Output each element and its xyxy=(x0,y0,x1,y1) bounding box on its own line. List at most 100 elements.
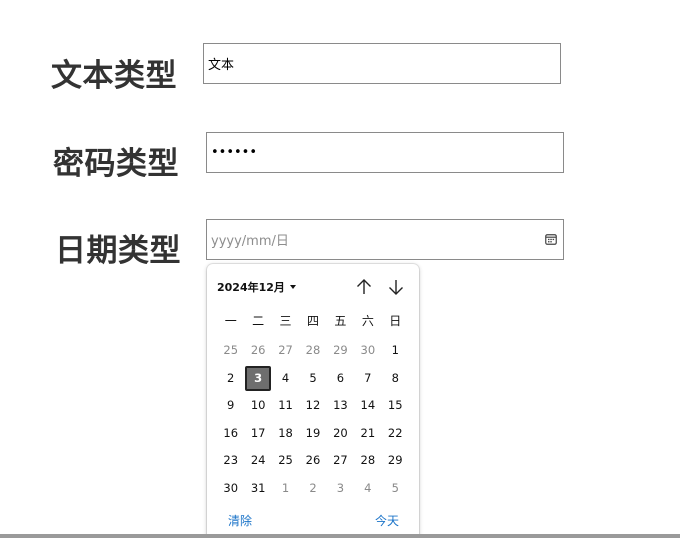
calendar-day-number: 23 xyxy=(223,453,239,468)
calendar-day-number: 16 xyxy=(223,425,239,440)
calendar-day-number: 20 xyxy=(333,425,348,440)
today-button[interactable]: 今天 xyxy=(375,512,399,529)
calendar-day[interactable]: 12 xyxy=(299,392,326,420)
weekday-label: 四 xyxy=(306,314,319,328)
calendar-day[interactable]: 5 xyxy=(299,365,326,393)
calendar-day[interactable]: 29 xyxy=(327,337,354,365)
calendar-day[interactable]: 26 xyxy=(299,447,326,475)
month-year-selector[interactable]: 2024年12月 xyxy=(217,279,296,295)
calendar-day[interactable]: 18 xyxy=(272,420,299,448)
text-type-label: 文本类型 xyxy=(51,58,177,94)
calendar-day-number: 27 xyxy=(333,453,348,468)
weekday-label: 六 xyxy=(361,314,374,328)
password-input-value: •••••• xyxy=(211,145,258,160)
calendar-day-number: 31 xyxy=(250,480,266,495)
calendar-day[interactable]: 1 xyxy=(382,337,409,365)
calendar-day[interactable]: 27 xyxy=(327,447,354,475)
calendar-day-number: 29 xyxy=(387,453,403,468)
month-year-label: 2024年12月 xyxy=(217,281,285,294)
calendar-day[interactable]: 28 xyxy=(354,447,381,475)
calendar-day[interactable]: 27 xyxy=(272,337,299,365)
calendar-day[interactable]: 21 xyxy=(354,420,381,448)
calendar-day[interactable]: 31 xyxy=(244,475,271,503)
calendar-day[interactable]: 8 xyxy=(382,365,409,393)
calendar-day-number: 5 xyxy=(391,480,399,495)
date-picker-popup: 2024年12月 一二三四五六日 25 26 27 28 29 30 1 2 3 4 5 6 7 8 9 10… xyxy=(207,264,419,538)
weekday-label: 二 xyxy=(252,314,265,328)
calendar-day-number: 13 xyxy=(333,398,348,413)
text-input-value: 文本 xyxy=(208,58,235,73)
date-type-label: 日期类型 xyxy=(55,233,181,269)
calendar-day[interactable]: 17 xyxy=(244,420,271,448)
calendar-day-number: 24 xyxy=(250,453,266,468)
weekday-label: 日 xyxy=(389,314,402,328)
bottom-divider xyxy=(0,534,680,538)
calendar-day-number: 27 xyxy=(278,343,293,357)
calendar-day-number: 19 xyxy=(305,425,321,440)
calendar-day[interactable]: 2 xyxy=(299,475,326,503)
calendar-day[interactable]: 30 xyxy=(217,475,244,503)
calendar-day-number: 12 xyxy=(305,398,321,413)
calendar-day[interactable]: 24 xyxy=(244,447,271,475)
calendar-day-number: 28 xyxy=(305,343,321,357)
calendar-day[interactable]: 23 xyxy=(217,447,244,475)
calendar-day-number: 4 xyxy=(281,370,290,385)
calendar-day-number: 26 xyxy=(305,453,321,468)
calendar-day-number: 3 xyxy=(336,480,345,495)
calendar-day-number: 5 xyxy=(309,370,317,385)
calendar-day-number: 7 xyxy=(364,370,372,385)
calendar-day[interactable]: 13 xyxy=(327,392,354,420)
calendar-day-number: 30 xyxy=(223,480,239,495)
clear-button[interactable]: 清除 xyxy=(228,512,252,529)
calendar-day-number: 21 xyxy=(360,425,376,440)
calendar-day-number: 30 xyxy=(360,343,376,357)
date-input-placeholder: yyyy/mm/日 xyxy=(211,234,289,249)
calendar-day[interactable]: 7 xyxy=(354,365,381,393)
calendar-day[interactable]: 3 xyxy=(327,475,354,503)
calendar-day[interactable]: 20 xyxy=(327,420,354,448)
calendar-day[interactable]: 14 xyxy=(354,392,381,420)
calendar-day[interactable]: 29 xyxy=(382,447,409,475)
calendar-day[interactable]: 25 xyxy=(272,447,299,475)
calendar-day[interactable]: 16 xyxy=(217,420,244,448)
weekday-label: 五 xyxy=(334,314,347,328)
calendar-day[interactable]: 4 xyxy=(272,365,299,393)
calendar-day[interactable]: 15 xyxy=(382,392,409,420)
calendar-day-number: 2 xyxy=(309,480,317,495)
calendar-day[interactable]: 28 xyxy=(299,337,326,365)
calendar-day[interactable]: 11 xyxy=(272,392,299,420)
calendar-day[interactable]: 1 xyxy=(272,475,299,503)
calendar-day[interactable]: 5 xyxy=(382,475,409,503)
calendar-day-number: 15 xyxy=(387,398,403,413)
date-input[interactable]: yyyy/mm/日 xyxy=(206,219,564,260)
calendar-day[interactable]: 10 xyxy=(244,392,271,420)
calendar-day-number: 4 xyxy=(364,480,372,495)
calendar-day-number: 17 xyxy=(250,425,266,440)
calendar-day[interactable]: 2 xyxy=(217,365,244,393)
calendar-day[interactable]: 6 xyxy=(327,365,354,393)
calendar-day[interactable]: 4 xyxy=(354,475,381,503)
calendar-day-number: 22 xyxy=(387,425,403,440)
calendar-day-selected[interactable]: 3 xyxy=(244,365,272,393)
calendar-day[interactable]: 9 xyxy=(217,392,244,420)
calendar-icon[interactable] xyxy=(545,233,557,245)
password-input[interactable]: •••••• xyxy=(206,132,564,173)
calendar-day[interactable]: 26 xyxy=(244,337,271,365)
calendar-day[interactable]: 22 xyxy=(382,420,409,448)
text-input[interactable]: 文本 xyxy=(203,43,561,84)
calendar-day-number: 29 xyxy=(333,343,348,357)
calendar-day-number: 2 xyxy=(227,370,235,385)
calendar-day-number: 25 xyxy=(223,343,239,357)
calendar-day[interactable]: 30 xyxy=(354,337,381,365)
form-page: 文本类型 文本 密码类型 •••••• 日期类型 yyyy/mm/日 2024年… xyxy=(0,0,680,538)
arrow-up-icon[interactable] xyxy=(354,277,374,297)
calendar-day-number: 6 xyxy=(336,370,345,385)
calendar-day-number: 8 xyxy=(391,370,399,385)
arrow-down-icon[interactable] xyxy=(386,277,406,297)
calendar-day-number: 26 xyxy=(250,343,266,357)
calendar-day-number: 14 xyxy=(360,398,376,413)
calendar-day-number: 10 xyxy=(250,398,266,413)
calendar-day[interactable]: 25 xyxy=(217,337,244,365)
calendar-day[interactable]: 19 xyxy=(299,420,326,448)
calendar-day-number: 28 xyxy=(360,453,376,468)
